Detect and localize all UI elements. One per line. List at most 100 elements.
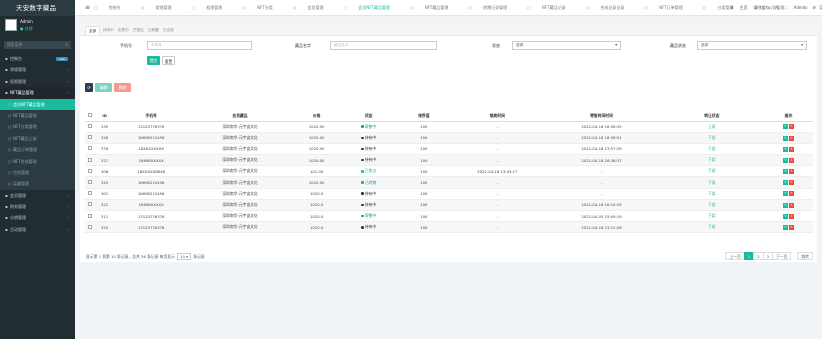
sidebar-search-input[interactable]: 搜索菜单 ⚲ (4, 41, 71, 49)
sidebar-item[interactable]: ○ NFT合成管理 (0, 155, 75, 167)
row-checkbox[interactable] (87, 135, 92, 140)
nav-tab[interactable]: ○ 控制台 (94, 5, 131, 10)
sidebar-item[interactable]: ▪ 分销管理 ‹ (0, 212, 75, 223)
edit-icon[interactable]: ✎ (782, 202, 788, 208)
transfer-status-link[interactable]: 下架 (708, 213, 716, 218)
nav-tab[interactable]: ○ NFT藏品管理 (410, 5, 458, 10)
table-row[interactable]: 335 13125776376 深圳南华·元宇宙文化 1020.00 寄售中 100-20… (85, 121, 813, 133)
delete-button[interactable]: 删除 (114, 83, 131, 92)
trash-icon[interactable]: ✕ (788, 169, 794, 175)
sidebar-item[interactable]: ▪ 权限管理 ‹ (0, 76, 75, 87)
row-checkbox[interactable] (87, 124, 92, 129)
transfer-status-link[interactable]: 下架 (708, 135, 716, 140)
nav-tab[interactable]: ○ 合成记录记录 (586, 5, 635, 10)
status-tab[interactable]: 全部 (85, 26, 101, 35)
sidebar-item[interactable]: ▪ 活动管理 ‹ (0, 224, 75, 235)
row-checkbox[interactable] (87, 168, 92, 173)
sidebar-item[interactable]: ▪ 财务管理 ‹ (0, 201, 75, 212)
sidebar-item[interactable]: ○ NFT藏品管理 (0, 109, 75, 122)
transfer-status-link[interactable]: 下架 (708, 146, 716, 151)
status-tab[interactable]: 已合成 (160, 26, 177, 35)
edit-icon[interactable]: ✎ (782, 213, 788, 219)
transfer-status-link[interactable]: 下架 (708, 168, 716, 173)
type-select[interactable]: 选择 ▾ (697, 41, 807, 50)
nav-tab[interactable]: ○ 常规管理 (141, 5, 182, 10)
topbar-tool[interactable]: Admin (794, 5, 807, 10)
status-select[interactable]: 选择 ▾ (512, 41, 621, 50)
table-row[interactable]: 322 18696XXXXX 深圳南华·元宇宙文化 1020.0 持有中 100-2022… (85, 199, 813, 212)
sidebar-item[interactable]: ○ NFT藏品上架 (0, 132, 75, 145)
edit-icon[interactable]: ✎ (782, 135, 788, 141)
trash-icon[interactable]: ✕ (788, 124, 794, 130)
topbar-tool[interactable]: 主页 (739, 5, 747, 10)
sidebar-item[interactable]: ▪ 控制台 new (0, 53, 75, 64)
transfer-status-link[interactable]: 下架 (708, 191, 716, 196)
edit-icon[interactable]: ✎ (782, 146, 788, 152)
table-row[interactable]: 311 13125776376 深圳南华·元宇宙文化 1020.0 寄售中 100-202… (85, 210, 813, 223)
transfer-status-link[interactable]: 下架 (708, 157, 716, 162)
table-row[interactable]: 325 18696210456 深圳南华·元宇宙文化 1020.00 已转赠 100- - 下… (85, 176, 813, 189)
trash-icon[interactable]: ✕ (788, 225, 794, 231)
nav-tab[interactable]: ○ NFT分类 (242, 5, 282, 10)
edit-icon[interactable]: ✎ (782, 225, 788, 231)
row-checkbox[interactable] (87, 191, 92, 196)
table-row[interactable]: 320 13125776376 深圳南华·元宇宙文化 1020.0 持有中 100-202… (85, 221, 813, 234)
edit-icon[interactable]: ✎ (782, 124, 788, 130)
edit-icon[interactable]: ✎ (782, 191, 788, 197)
refresh-button[interactable]: ⟳ (85, 83, 93, 92)
trash-icon[interactable]: ✕ (788, 135, 794, 141)
menu-toggle-icon[interactable]: ≡ (85, 0, 90, 15)
nav-tab[interactable]: ○ 转赠记录管理 (468, 5, 517, 10)
table-row[interactable]: 327 18696XXXXX 深圳南华·元宇宙文化 1020.00 持有中 100-202… (85, 154, 813, 167)
trash-icon[interactable]: ✕ (788, 213, 794, 219)
topbar-tool[interactable]: ⛶ (785, 5, 788, 10)
row-checkbox[interactable] (87, 202, 92, 207)
page-size-select[interactable]: 10 ▾ (177, 253, 192, 260)
row-checkbox[interactable] (87, 180, 92, 185)
transfer-status-link[interactable]: 下架 (708, 180, 716, 185)
topbar-tool[interactable]: ⚙ (812, 5, 816, 10)
sidebar-item[interactable]: ○ 盲盒管理 (0, 178, 75, 190)
nav-tab[interactable]: ○ NFT藏品记录 (527, 5, 575, 10)
page-scrollbar[interactable] (822, 0, 834, 339)
brand-logo[interactable]: 天安数字藏品 (0, 0, 75, 16)
table-row[interactable]: 326 18696210456 深圳南华·元宇宙文化 1020.00 持有中 100-20… (85, 132, 813, 144)
edit-icon[interactable]: ✎ (782, 180, 788, 186)
prev-page-button[interactable]: 上一页 (725, 252, 745, 260)
table-row[interactable]: 301 18696210456 深圳南华·元宇宙文化 1020.0 持有中 100- - 下架… (85, 188, 813, 200)
edit-icon[interactable]: ✎ (782, 169, 788, 175)
sidebar-item[interactable]: ○ NFT分类管理 (0, 121, 75, 133)
sidebar-item[interactable]: ▪ 会员管理 ‹ (0, 190, 75, 201)
search-icon[interactable]: ⚲ (65, 41, 68, 49)
nav-tab[interactable]: ○ NFT订单管理 (644, 5, 692, 10)
trash-icon[interactable]: ✕ (788, 202, 794, 208)
row-checkbox[interactable] (87, 157, 92, 162)
row-checkbox[interactable] (87, 213, 92, 218)
submit-button[interactable]: 提交 (147, 56, 160, 65)
row-checkbox[interactable] (87, 224, 92, 229)
sidebar-item[interactable]: ▪ 常规管理 ‹ (0, 64, 75, 75)
topbar-tool[interactable]: ⇱ (775, 5, 778, 10)
edit-button[interactable]: 编辑 (95, 83, 112, 92)
sidebar-item[interactable]: ○ 会员NFT藏品管理 (0, 98, 75, 110)
sidebar-item[interactable]: ○ 藏品订单管理 (0, 144, 75, 156)
nav-tab[interactable]: ○ 会员NFT藏品管理 (344, 5, 400, 10)
trash-icon[interactable]: ✕ (788, 157, 794, 163)
transfer-status-link[interactable]: 上架 (708, 124, 716, 129)
reset-button[interactable]: 重置 (162, 56, 175, 65)
nav-tab[interactable]: ○ 会员管理 (293, 5, 334, 10)
table-row[interactable]: 306 18XXXXX8848 深圳南华·元宇宙文化 101.00 已售出 100 2022… (85, 165, 813, 178)
sidebar-item[interactable]: ○ 空投管理 (0, 166, 75, 179)
trash-icon[interactable]: ✕ (788, 180, 794, 186)
table-row[interactable]: 376 18XXXXXXXX 深圳南华·元宇宙文化 1020.00 持有中 100-202… (85, 143, 813, 156)
trash-icon[interactable]: ✕ (788, 146, 794, 152)
next-page-button[interactable]: 下一页 (772, 252, 792, 260)
topbar-tool[interactable]: ☰ (730, 5, 734, 10)
transfer-status-link[interactable]: 下架 (708, 224, 716, 229)
row-checkbox[interactable] (87, 146, 92, 151)
sidebar-item[interactable]: ▪ NFT藏品管理 ‹ (0, 87, 75, 99)
transfer-status-link[interactable]: 下架 (708, 202, 716, 207)
trash-icon[interactable]: ✕ (788, 191, 794, 197)
topbar-tool[interactable]: 清除缓存 (753, 5, 769, 10)
nav-tab[interactable]: ○ 权限管理 (192, 5, 233, 10)
